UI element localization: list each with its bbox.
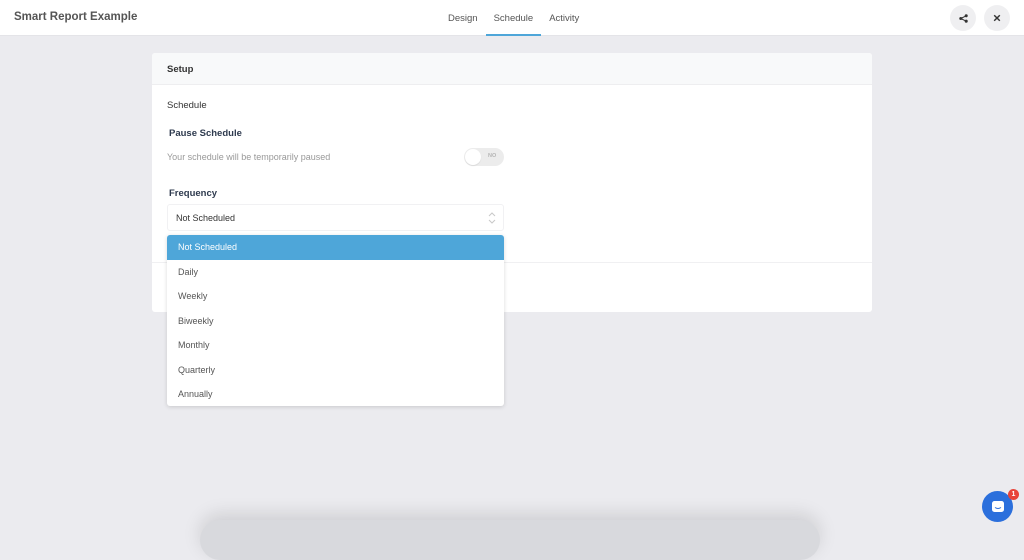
chat-icon: [991, 500, 1004, 512]
pause-schedule-toggle[interactable]: NO: [464, 148, 504, 166]
chevron-up-down-icon: [488, 212, 496, 224]
frequency-option-not-scheduled[interactable]: Not Scheduled: [167, 235, 504, 260]
share-button[interactable]: [950, 5, 976, 31]
tab-bar: Design Schedule Activity: [440, 0, 587, 36]
pause-schedule-label: Pause Schedule: [169, 128, 242, 139]
frequency-option-weekly[interactable]: Weekly: [167, 284, 504, 309]
tab-schedule[interactable]: Schedule: [485, 0, 542, 36]
frequency-select[interactable]: Not Scheduled: [167, 204, 504, 231]
frequency-option-biweekly[interactable]: Biweekly: [167, 309, 504, 334]
tab-design[interactable]: Design: [440, 0, 486, 36]
frequency-dropdown: Not Scheduled Daily Weekly Biweekly Mont…: [167, 235, 504, 406]
frequency-select-value: Not Scheduled: [176, 213, 236, 223]
frequency-option-daily[interactable]: Daily: [167, 260, 504, 285]
toggle-state-text: NO: [488, 153, 497, 159]
frequency-option-monthly[interactable]: Monthly: [167, 333, 504, 358]
section-title: Schedule: [167, 100, 207, 111]
toggle-knob: [465, 149, 481, 165]
chat-notification-badge: 1: [1008, 489, 1019, 500]
tab-activity[interactable]: Activity: [541, 0, 587, 36]
panel-header: Setup: [152, 53, 872, 85]
bottom-drawer-edge: [200, 520, 820, 560]
pause-help-text: Your schedule will be temporarily paused: [167, 152, 331, 162]
frequency-label: Frequency: [169, 188, 218, 199]
top-bar: Smart Report Example Design Schedule Act…: [0, 0, 1024, 36]
close-button[interactable]: [984, 5, 1010, 31]
share-icon: [958, 13, 968, 23]
frequency-option-quarterly[interactable]: Quarterly: [167, 358, 504, 383]
close-icon: [993, 14, 1001, 22]
app-title: Smart Report Example: [14, 11, 138, 23]
frequency-option-annually[interactable]: Annually: [167, 382, 504, 406]
